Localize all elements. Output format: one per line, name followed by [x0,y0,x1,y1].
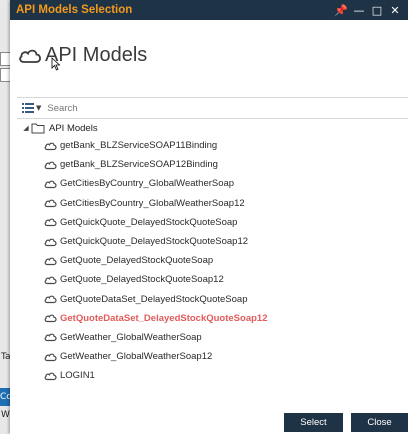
cloud-icon [44,238,57,246]
expand-triangle-icon[interactable]: ◢ [21,124,31,132]
cloud-icon [44,257,57,265]
close-button[interactable]: Close [351,413,408,432]
tree-item-label: GetCitiesByCountry_GlobalWeatherSoap12 [60,197,245,209]
window-title: API Models Selection [16,4,133,16]
title-bar[interactable]: API Models Selection 📌 — □ ✕ [10,0,408,20]
header: API Models [18,44,147,67]
search-input[interactable] [45,99,408,117]
tree-item[interactable]: GetCitiesByCountry_GlobalWeatherSoap12 [18,194,408,213]
tree-item[interactable]: getBank_BLZServiceSOAP12Binding [18,155,408,174]
cloud-icon [44,372,57,380]
cloud-icon [44,334,57,342]
tree-root[interactable]: ◢ API Models [18,120,408,136]
tree-item[interactable]: GetQuote_DelayedStockQuoteSoap12 [18,270,408,289]
tree-root-label: API Models [49,122,98,134]
tree-item[interactable]: GetQuoteDataSet_DelayedStockQuoteSoap [18,290,408,309]
tree-item[interactable]: LOGIN1 [18,366,408,385]
tree-item-label: LOGIN1 [60,370,95,382]
tree-item-label: getBank_BLZServiceSOAP11Binding [60,140,218,152]
chevron-down-icon[interactable]: ▼ [36,104,41,112]
tree-item[interactable]: getBank_BLZServiceSOAP11Binding [18,136,408,155]
folder-icon [31,123,45,134]
cloud-icon [44,295,57,304]
tree-item[interactable]: GetWeather_GlobalWeatherSoap [18,328,408,347]
tree-item[interactable]: GetWeather_GlobalWeatherSoap12 [18,347,408,366]
pin-icon[interactable]: 📌 [332,0,350,20]
tree-items: getBank_BLZServiceSOAP11Binding getBank_B… [18,136,408,385]
tree-item[interactable]: GetQuote_DelayedStockQuoteSoap [18,251,408,270]
tree-item-label: GetQuote_DelayedStockQuoteSoap [60,255,214,267]
api-models-dialog: API Models Selection 📌—□✕ API Models ▼ ◢… [10,0,408,434]
tree-item[interactable]: GetCitiesByCountry_GlobalWeatherSoap [18,174,408,193]
close-icon[interactable]: ✕ [386,0,404,20]
tree-item-label: GetWeather_GlobalWeatherSoap [60,331,202,343]
api-models-tree: ◢ API Models getBank_BLZServiceSOAP11Bin… [18,120,408,385]
cloud-icon [44,353,57,361]
cloud-icon [44,161,57,169]
tree-item-label: GetQuoteDataSet_DelayedStockQuoteSoap [60,293,248,305]
minimize-icon[interactable]: — [350,0,368,20]
tree-item[interactable]: GetQuickQuote_DelayedStockQuoteSoap [18,213,408,232]
tree-item-label: GetQuickQuote_DelayedStockQuoteSoap12 [60,236,249,248]
cloud-icon [44,199,57,208]
mouse-cursor-icon [51,57,61,71]
tree-item-label: GetWeather_GlobalWeatherSoap12 [60,351,213,363]
dialog-footer: Select Close [10,410,408,434]
cloud-icon [44,142,57,150]
tree-item-label: GetQuote_DelayedStockQuoteSoap12 [60,274,224,286]
maximize-icon[interactable]: □ [368,0,386,20]
tree-item-label: GetQuoteDataSet_DelayedStockQuoteSoap12 [60,312,268,324]
cloud-icon [44,218,57,227]
tree-item[interactable]: GetQuickQuote_DelayedStockQuoteSoap12 [18,232,408,251]
cloud-icon [44,276,57,285]
tree-item-label: GetCitiesByCountry_GlobalWeatherSoap [60,178,235,190]
cloud-icon [19,49,41,63]
tree-item[interactable]: GetQuoteDataSet_DelayedStockQuoteSoap12 [18,309,408,328]
tree-item-label: GetQuickQuote_DelayedStockQuoteSoap [60,216,238,228]
select-button[interactable]: Select [284,413,343,432]
cloud-icon [44,314,57,323]
cloud-icon [44,180,57,189]
window-controls: 📌 — □ ✕ [332,0,404,20]
search-bar: ▼ [17,97,408,119]
tree-item-label: getBank_BLZServiceSOAP12Binding [60,159,218,171]
